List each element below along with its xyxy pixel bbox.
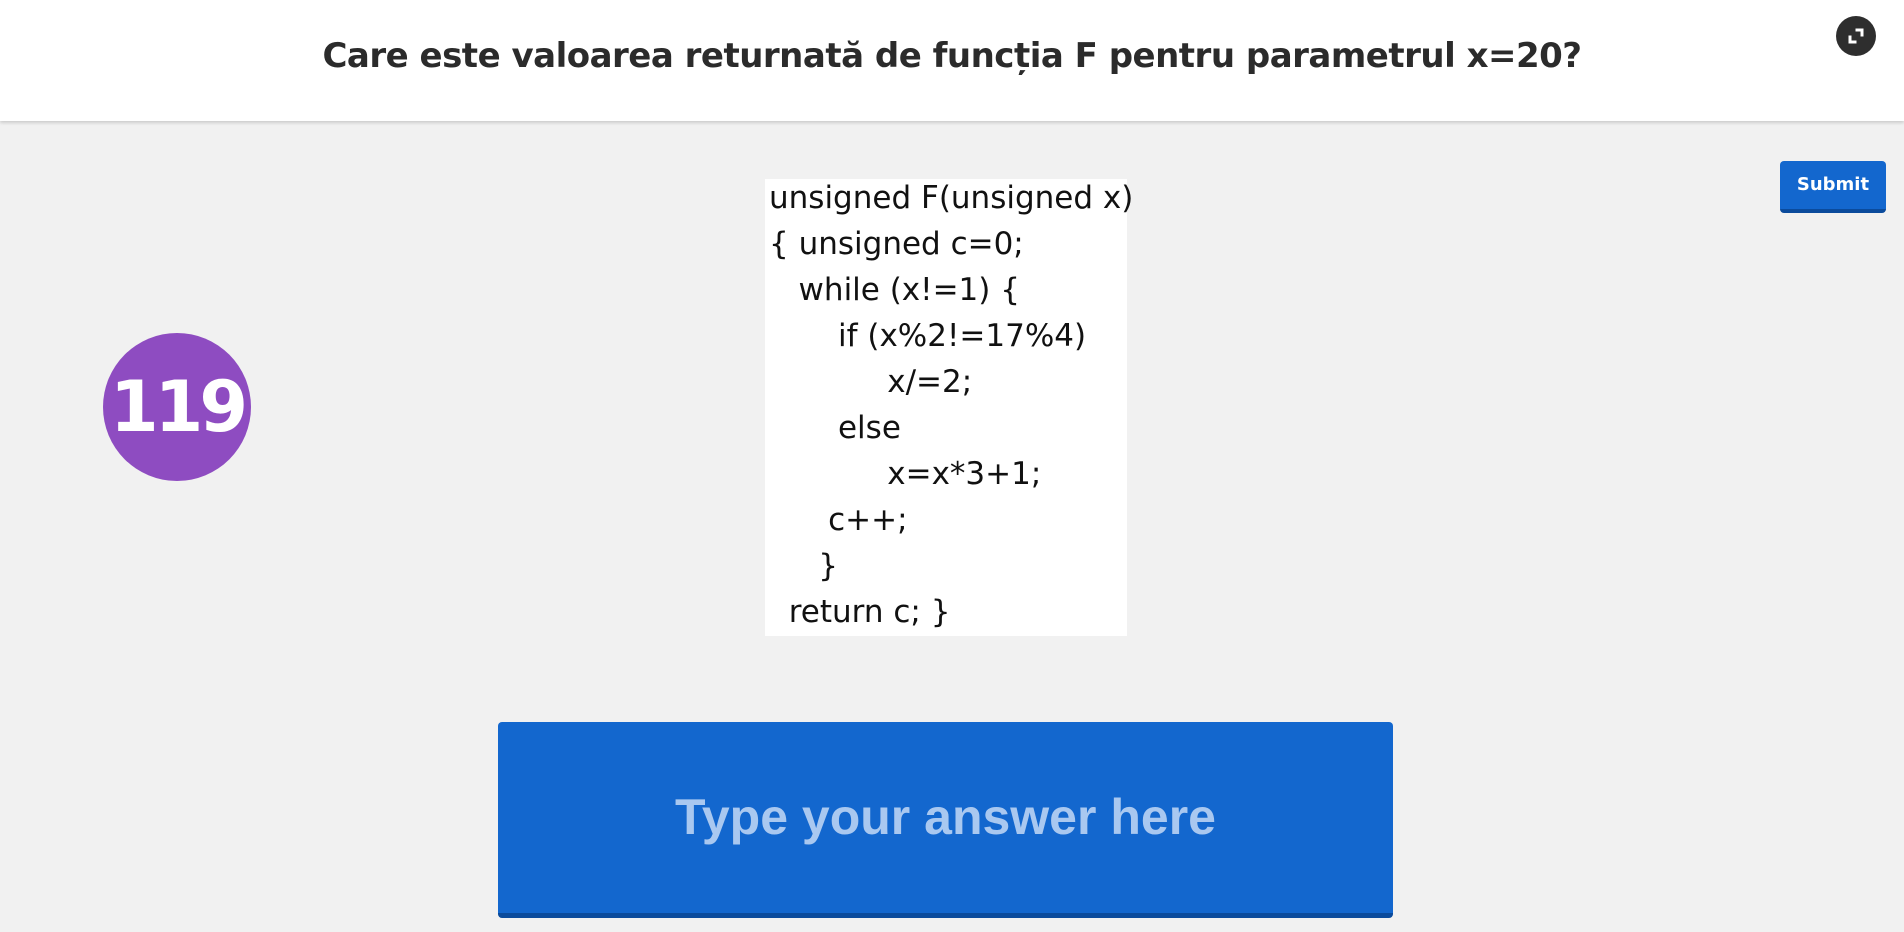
- code-line: { unsigned c=0;: [769, 226, 1024, 262]
- code-line: x=x*3+1;: [769, 456, 1042, 492]
- code-line: while (x!=1) {: [769, 272, 1020, 308]
- fullscreen-button[interactable]: [1836, 16, 1876, 56]
- code-line: if (x%2!=17%4): [769, 318, 1087, 354]
- answer-input[interactable]: Type your answer here: [498, 722, 1393, 918]
- answer-placeholder: Type your answer here: [675, 789, 1216, 845]
- code-line: unsigned F(unsigned x): [769, 180, 1134, 216]
- code-line: c++;: [769, 502, 908, 538]
- code-snippet: unsigned F(unsigned x) { unsigned c=0; w…: [765, 179, 1133, 636]
- question-text: Care este valoarea returnată de funcția …: [322, 36, 1582, 76]
- submit-button[interactable]: Submit: [1780, 161, 1886, 213]
- question-header: Care este valoarea returnată de funcția …: [0, 0, 1904, 121]
- question-number-badge: 119: [103, 333, 251, 481]
- exit-fullscreen-icon: [1848, 28, 1864, 44]
- code-line: else: [769, 410, 901, 446]
- code-line: x/=2;: [769, 364, 973, 400]
- code-line: return c; }: [769, 594, 951, 630]
- code-line: }: [769, 548, 838, 584]
